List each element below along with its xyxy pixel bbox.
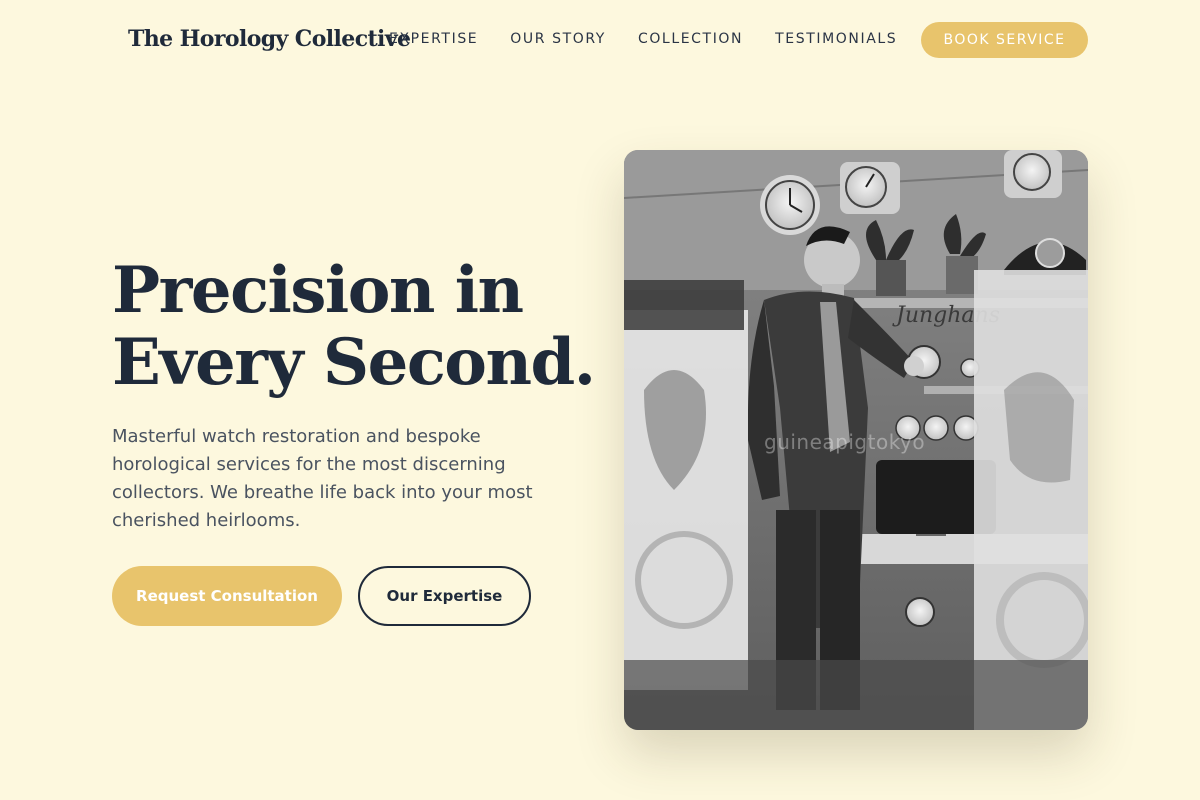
image-watermark: guineapigtokyo xyxy=(764,430,926,454)
hero-description: Masterful watch restoration and bespoke … xyxy=(112,426,533,531)
book-service-button[interactable]: BOOK SERVICE xyxy=(921,22,1088,58)
wall-clock-icon xyxy=(760,175,820,235)
our-expertise-button[interactable]: Our Expertise xyxy=(358,566,531,626)
hero-title: Precision in Every Second. xyxy=(112,253,596,400)
hero-photo-watchmaker: Junghans guineapigtokyo xyxy=(624,150,1088,730)
nav-link-expertise[interactable]: EXPERTISE xyxy=(389,31,478,47)
request-consultation-button[interactable]: Request Consultation xyxy=(112,566,342,626)
nav-link-our-story[interactable]: OUR STORY xyxy=(510,31,606,47)
top-navigation: The Horology Collective EXPERTISE OUR ST… xyxy=(0,0,1200,80)
nav-link-collection[interactable]: COLLECTION xyxy=(638,31,743,47)
nav-link-testimonials[interactable]: TESTIMONIALS xyxy=(775,31,897,47)
hero-title-line-1: Precision in xyxy=(112,253,524,328)
hero-title-line-2: Every Second. xyxy=(112,325,596,400)
nav-links: EXPERTISE OUR STORY COLLECTION TESTIMONI… xyxy=(389,31,897,47)
brand-logo[interactable]: The Horology Collective xyxy=(128,26,411,52)
